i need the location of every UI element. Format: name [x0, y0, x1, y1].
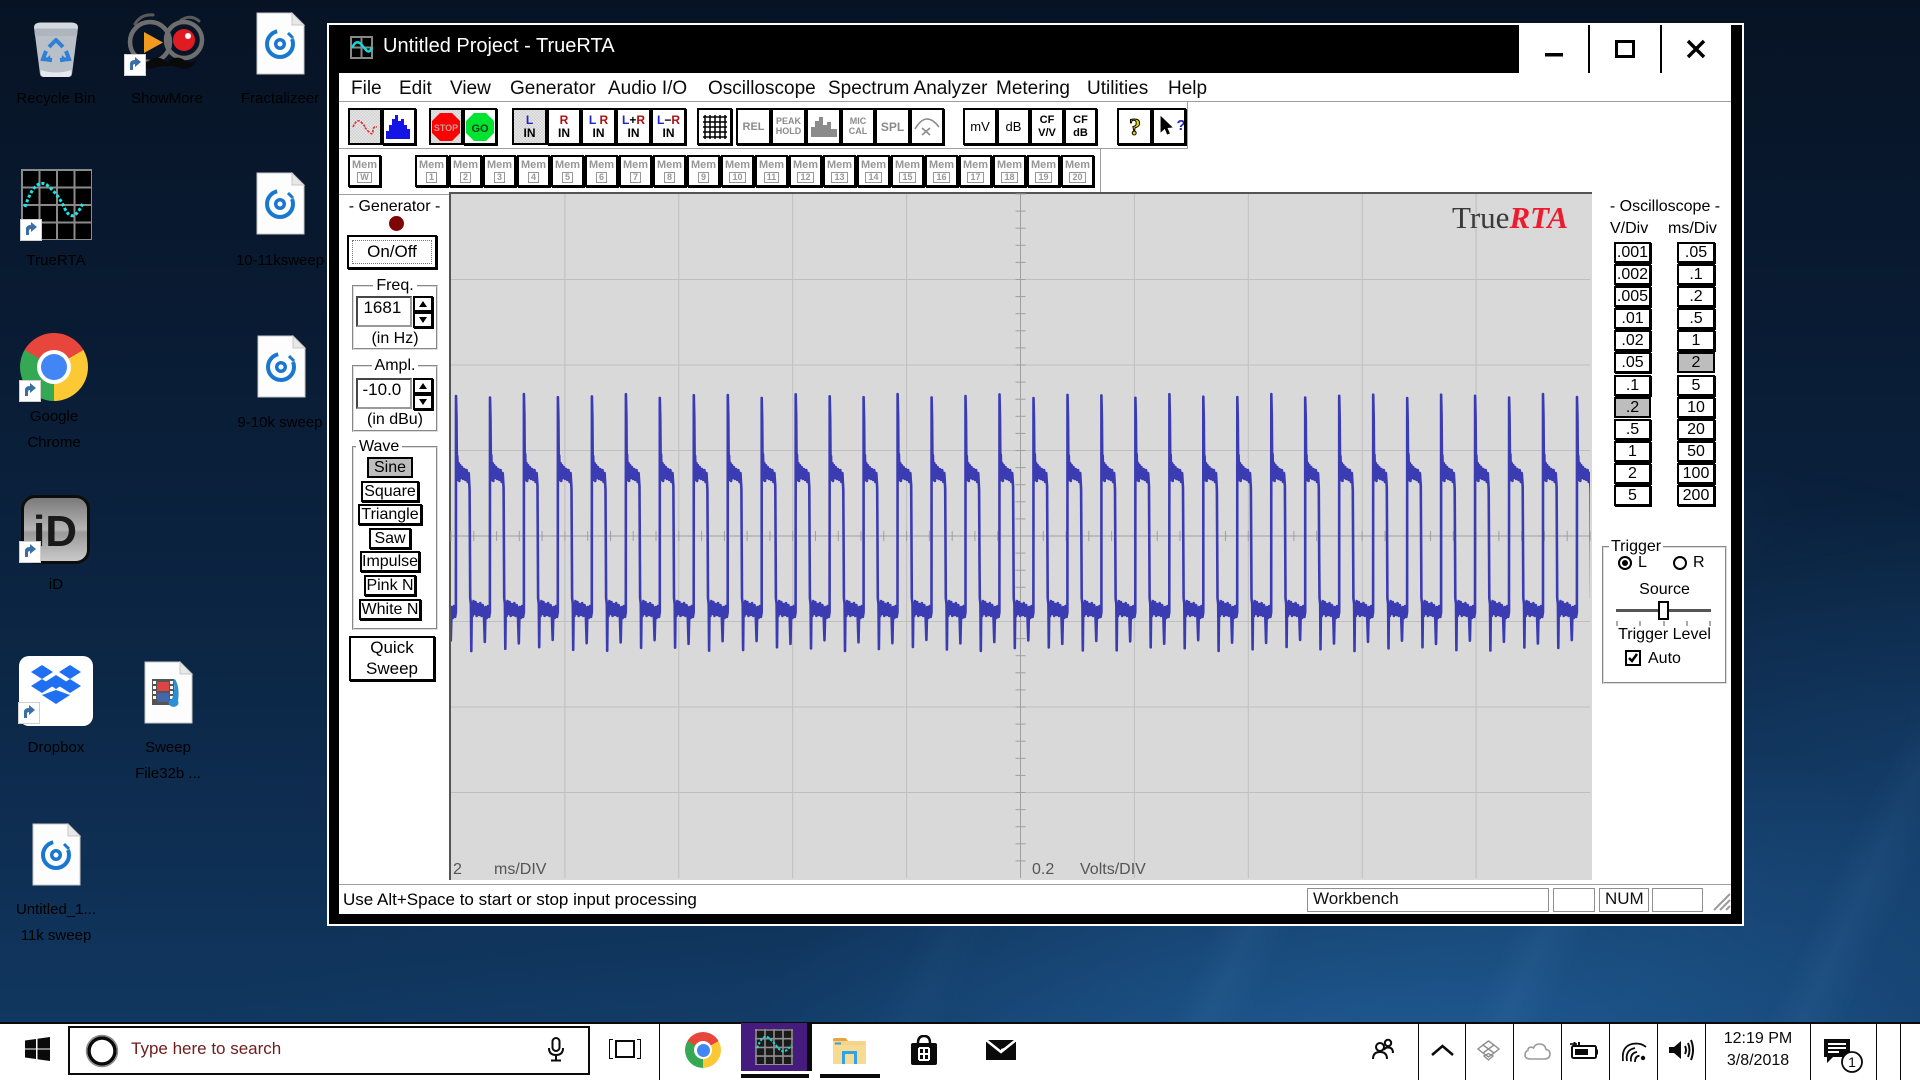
svg-text:1: 1	[1848, 1054, 1856, 1070]
